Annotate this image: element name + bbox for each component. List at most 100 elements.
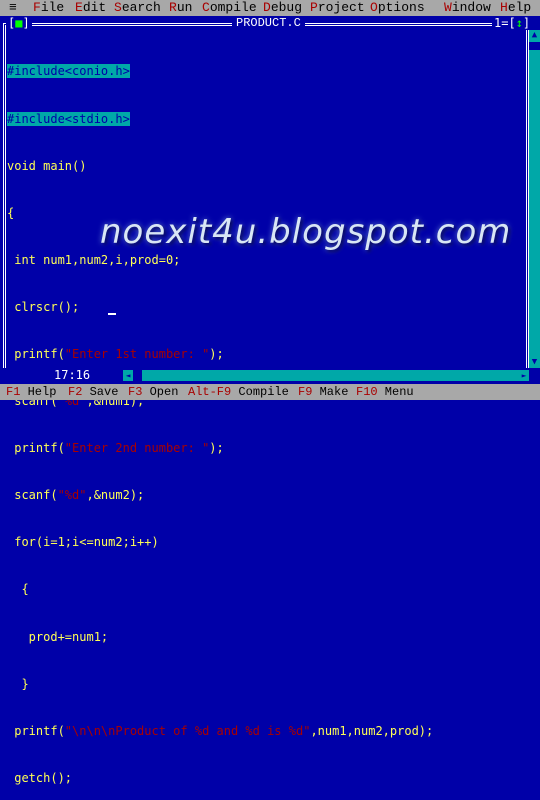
key-make[interactable]: F9 Make [298,384,348,400]
code-text: ,&num2); [86,488,145,503]
menu-search[interactable]: Search [114,0,161,16]
code-line: int num1,num2,i,prod=0; [7,253,517,269]
code-line: getch(); [7,771,517,787]
scroll-down-icon[interactable]: ▼ [529,357,540,368]
code-line: printf("Enter 2nd number: "); [7,441,517,457]
code-text: ,num1,num2,prod); [310,723,434,738]
code-text: } [7,676,29,691]
system-menu-icon[interactable]: ≡ [9,0,17,16]
code-text: prod+=num1; [7,629,109,644]
code-line: printf("Enter 1st number: "); [7,347,517,363]
zoom-bracket-right: ] [522,16,531,30]
status-bar: F1 Help F2 Save F3 Open Alt-F9 Compile F… [0,384,540,400]
menu-compile-label: ompile [209,0,257,15]
menu-search-hotkey: S [114,0,122,15]
menu-run[interactable]: Run [169,0,192,16]
code-line: printf("\n\n\nProduct of %d and %d is %d… [7,724,517,740]
menu-run-hotkey: R [169,0,177,15]
code-line: #include<conio.h> [7,64,517,80]
code-text: ); [209,441,224,456]
key-help-key: F1 [6,385,21,399]
key-compile[interactable]: Alt-F9 Compile [188,384,289,400]
key-save-label: Save [82,385,119,399]
code-line: { [7,582,517,598]
code-text: { [7,582,29,597]
code-text: { [7,205,15,220]
key-menu[interactable]: F10 Menu [356,384,414,400]
key-open[interactable]: F3 Open [128,384,178,400]
menu-debug-label: ebug [270,0,303,15]
code-text: void main() [7,158,87,173]
code-line: scanf("%d",&num2); [7,488,517,504]
editor-window: [■] PRODUCT.C 1=[↕] #include<conio.h> #i… [0,16,540,785]
menu-options[interactable]: Options [370,0,425,16]
scroll-up-icon[interactable]: ▲ [529,30,540,41]
key-make-key: F9 [298,385,313,399]
menu-compile[interactable]: Compile [202,0,257,16]
menu-search-label: earch [121,0,161,15]
code-text: int num1,num2,i,prod=0; [7,252,181,267]
cursor-position: 17:16 [54,368,91,382]
vertical-scrollbar[interactable]: ▲ ▼ [529,30,540,368]
menu-debug[interactable]: Debug [263,0,302,16]
key-open-key: F3 [128,385,143,399]
menu-edit[interactable]: Edit [75,0,106,16]
code-text: printf( [7,723,65,738]
code-text: for(i=1;i<=num2;i++) [7,535,159,550]
code-text: clrscr(); [7,299,80,314]
code-text: scanf( [7,488,58,503]
menu-file-hotkey: F [33,0,41,15]
menu-project-hotkey: P [310,0,318,15]
menu-bar: ≡ File Edit Search Run Compile Debug Pro… [0,0,540,16]
key-help[interactable]: F1 Help [6,384,56,400]
window-title: PRODUCT.C [232,16,305,30]
code-text: getch(); [7,770,73,785]
key-menu-key: F10 [356,385,378,399]
key-save[interactable]: F2 Save [68,384,118,400]
key-menu-label: Menu [377,385,414,399]
code-line: #include<stdio.h> [7,111,517,128]
menu-help[interactable]: Help [500,0,531,16]
horizontal-scroll-thumb[interactable] [133,370,142,381]
menu-help-label: elp [507,0,532,15]
menu-options-hotkey: O [370,0,378,15]
close-window-button[interactable]: [■] [6,16,32,30]
menu-help-hotkey: H [500,0,508,15]
code-editor[interactable]: #include<conio.h> #include<stdio.h> void… [7,33,517,785]
code-text: printf( [7,441,65,456]
string-literal: "\n\n\nProduct of %d and %d is %d" [64,723,311,738]
key-open-label: Open [142,385,179,399]
scroll-right-icon[interactable]: ► [519,370,529,381]
key-help-label: Help [20,385,57,399]
vertical-scroll-thumb[interactable] [529,42,540,50]
key-make-label: Make [312,385,349,399]
menu-edit-label: dit [82,0,107,15]
include-directive: #include<conio.h> [7,64,130,79]
include-directive: #include<stdio.h> [7,111,130,126]
menu-options-label: ptions [377,0,425,15]
string-literal: "Enter 1st number: " [64,346,210,361]
menu-edit-hotkey: E [75,0,83,15]
string-literal: "Enter 2nd number: " [64,441,210,456]
code-line: clrscr(); [7,300,517,316]
window-number-zoom[interactable]: 1=[↕] [492,16,533,30]
menu-window-label: indow [451,0,491,15]
key-save-key: F2 [68,385,83,399]
code-line: { [7,206,517,222]
menu-file-label: ile [40,0,65,15]
scroll-left-icon[interactable]: ◄ [123,370,133,381]
menu-debug-hotkey: D [263,0,271,15]
menu-window[interactable]: Window [444,0,491,16]
menu-file[interactable]: File [33,0,64,16]
zoom-icon: ↕ [515,16,523,30]
code-line: for(i=1;i<=num2;i++) [7,535,517,551]
code-text: ); [209,346,224,361]
horizontal-scrollbar[interactable]: ◄ ► [123,370,529,381]
menu-project[interactable]: Project [310,0,365,16]
menu-project-label: roject [317,0,365,15]
menu-run-label: un [176,0,193,15]
code-text: printf( [7,346,65,361]
code-line: void main() [7,159,517,175]
editor-bottom-bar: 17:16 ◄ ► [0,368,540,383]
menu-window-hotkey: W [444,0,452,15]
